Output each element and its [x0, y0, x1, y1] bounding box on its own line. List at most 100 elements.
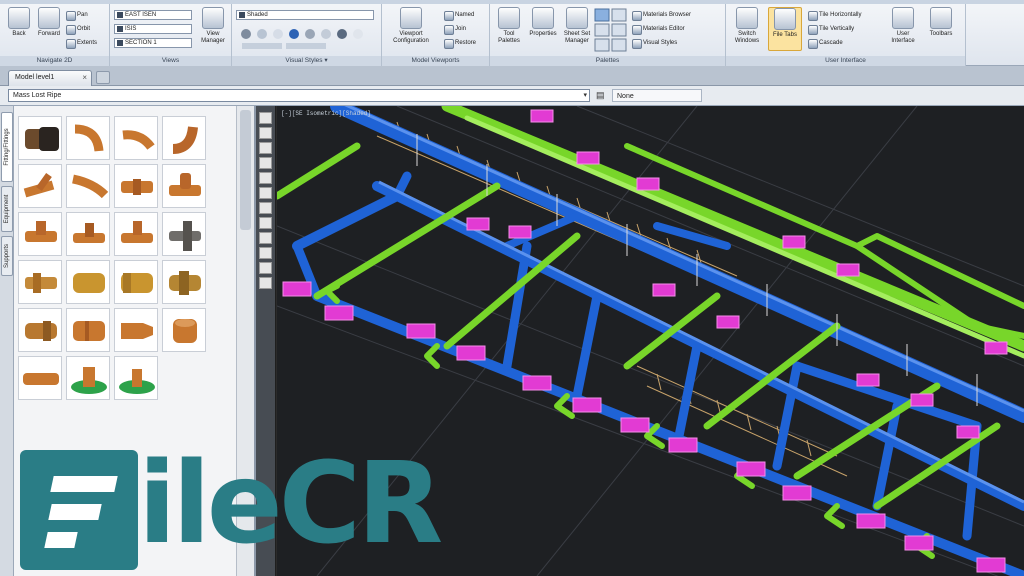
fitting-tile[interactable] — [114, 356, 158, 400]
tool-button[interactable] — [259, 112, 272, 124]
fitting-tile[interactable] — [66, 164, 110, 208]
tool-button[interactable] — [259, 232, 272, 244]
palette-scroll-thumb[interactable] — [240, 110, 251, 230]
palette-filter-select[interactable]: Mass Lost Ripe ▾ — [8, 89, 590, 102]
wye-fitting-icon — [23, 172, 55, 198]
fitting-tile[interactable] — [66, 260, 110, 304]
tool-button[interactable] — [259, 277, 272, 289]
fitting-tile[interactable] — [18, 260, 62, 304]
palette-tab-supports[interactable]: Supports — [1, 236, 13, 276]
viewport-configuration-button[interactable]: Viewport Configuration — [388, 7, 434, 51]
ribbon: Back Forward Pan Orbit Extents Navigate … — [0, 0, 1024, 66]
fitting-tile[interactable] — [18, 212, 62, 256]
fitting-tile[interactable] — [114, 260, 158, 304]
cascade-button[interactable]: Cascade — [808, 38, 843, 49]
visual-style-swatches[interactable] — [238, 26, 374, 52]
file-tab-model-level1[interactable]: Model level1 × — [8, 70, 92, 86]
forward-button[interactable]: Forward — [32, 7, 66, 51]
fitting-tile[interactable] — [162, 116, 206, 160]
panel-title-user-interface: User Interface — [726, 56, 965, 66]
switch-windows-button[interactable]: Switch Windows — [730, 7, 764, 51]
tool-button[interactable] — [259, 187, 272, 199]
close-icon[interactable]: × — [82, 71, 87, 85]
view-item-1[interactable]: EAST ISEN — [114, 10, 192, 20]
new-tab-button[interactable] — [96, 71, 110, 84]
tool-button[interactable] — [259, 172, 272, 184]
tile-vertically-button[interactable]: Tile Vertically — [808, 24, 854, 35]
fitting-tile[interactable] — [114, 212, 158, 256]
materials-editor-button[interactable]: Materials Editor — [632, 24, 685, 35]
fitting-tile[interactable] — [114, 164, 158, 208]
palette-tab-fittings[interactable]: Fitting/Fittings — [1, 112, 13, 182]
adapter-fitting-icon — [25, 321, 57, 341]
back-button[interactable]: Back — [2, 7, 36, 51]
chevron-down-icon[interactable]: ▾ — [583, 90, 587, 101]
restore-viewports-button[interactable]: Restore — [444, 38, 476, 49]
extents-button[interactable]: Extents — [66, 38, 97, 49]
forward-icon — [38, 7, 60, 29]
view-manager-button[interactable]: View Manager — [196, 7, 230, 51]
fitting-tile[interactable] — [162, 308, 206, 352]
fitting-tile[interactable] — [66, 356, 110, 400]
toolbars-label: Toolbars — [929, 31, 953, 37]
view-item-3[interactable]: SECTION 1 — [114, 38, 192, 48]
visual-styles-palette-button[interactable]: Visual Styles — [632, 38, 677, 49]
file-tabs-button[interactable]: File Tabs — [768, 7, 802, 51]
pan-button[interactable]: Pan — [66, 10, 88, 21]
fitting-tile[interactable] — [18, 164, 62, 208]
fitting-tile[interactable] — [162, 164, 206, 208]
named-viewports-button[interactable]: Named — [444, 10, 474, 21]
view-manager-icon — [202, 7, 224, 29]
file-tab-label: Model level1 — [15, 74, 55, 81]
visual-styles-launcher[interactable]: ▾ — [324, 57, 327, 64]
orbit-button[interactable]: Orbit — [66, 24, 90, 35]
tool-button[interactable] — [259, 217, 272, 229]
sheet-set-manager-button[interactable]: Sheet Set Manager — [560, 7, 594, 51]
tool-button[interactable] — [259, 127, 272, 139]
elbow-fitting-icon — [172, 126, 198, 154]
fitting-tile[interactable] — [114, 308, 158, 352]
tool-button[interactable] — [259, 202, 272, 214]
tool-button[interactable] — [259, 247, 272, 259]
tool-button[interactable] — [259, 157, 272, 169]
properties-button[interactable]: Properties — [526, 7, 560, 51]
fitting-tile[interactable] — [66, 212, 110, 256]
fitting-tile[interactable] — [18, 308, 62, 352]
coupling-fitting-icon — [73, 321, 105, 341]
viewport-configuration-icon — [400, 7, 422, 29]
properties-icon — [532, 7, 554, 29]
watermark-text: ileCR — [138, 439, 443, 569]
pipe-fitting-icon — [25, 127, 59, 151]
panel-title-model-viewports: Model Viewports — [382, 56, 489, 66]
viewport-label[interactable]: [-][SE Isometric][Shaded] — [281, 110, 371, 117]
fitting-tile[interactable] — [162, 260, 206, 304]
view-filter-select[interactable]: None — [612, 89, 702, 102]
filter-icon[interactable]: ▤ — [596, 90, 605, 101]
fitting-tile[interactable] — [66, 116, 110, 160]
fitting-tile[interactable] — [18, 356, 62, 400]
palette-grid-icons[interactable] — [594, 8, 628, 52]
visual-style-select[interactable]: Shaded — [236, 10, 374, 20]
tool-palettes-icon — [498, 7, 520, 29]
view-item-2[interactable]: ISIS — [114, 24, 192, 34]
palette-tab-supports-label: Supports — [4, 243, 10, 269]
toolbars-button[interactable]: Toolbars — [924, 7, 958, 51]
tool-button[interactable] — [259, 262, 272, 274]
fitting-tile[interactable] — [18, 116, 62, 160]
pipe-segment-icon — [23, 373, 59, 385]
tile-horizontally-button[interactable]: Tile Horizontally — [808, 10, 861, 21]
fitting-tile[interactable] — [162, 212, 206, 256]
file-tab-bar: Model level1 × — [0, 66, 1024, 86]
tool-palettes-button[interactable]: Tool Palettes — [492, 7, 526, 51]
fitting-tile[interactable] — [114, 116, 158, 160]
fitting-tile[interactable] — [66, 308, 110, 352]
join-viewports-button[interactable]: Join — [444, 24, 466, 35]
palette-tab-equipment[interactable]: Equipment — [1, 186, 13, 232]
watermark-logo-icon — [20, 450, 138, 570]
view-manager-label: View Manager — [201, 31, 225, 44]
palette-filter-value: Mass Lost Ripe — [13, 92, 62, 99]
user-interface-button[interactable]: User Interface — [886, 7, 920, 51]
viewport-configuration-label: Viewport Configuration — [393, 31, 429, 44]
tool-button[interactable] — [259, 142, 272, 154]
materials-browser-button[interactable]: Materials Browser — [632, 10, 691, 21]
